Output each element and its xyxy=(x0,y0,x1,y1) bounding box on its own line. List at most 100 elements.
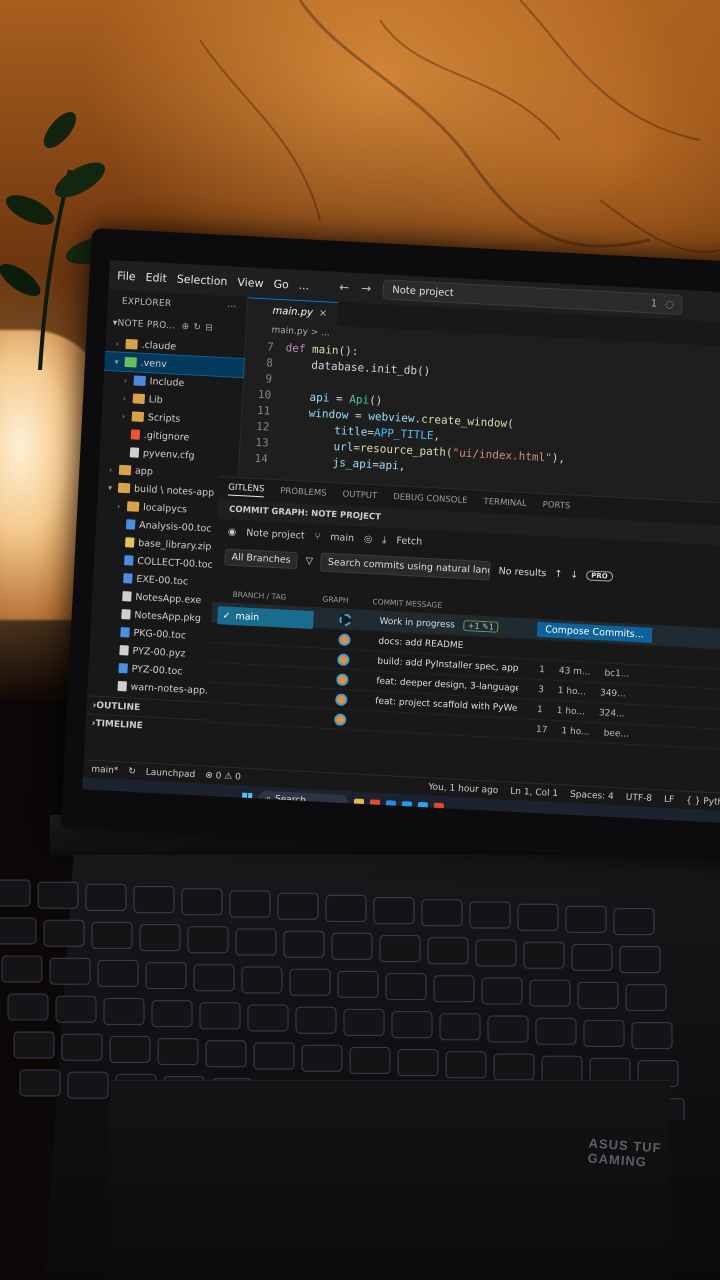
repo-name[interactable]: Note project xyxy=(246,527,305,541)
status-branch[interactable]: main* xyxy=(91,764,118,775)
keyboard-key xyxy=(247,1004,289,1032)
filter-icon[interactable]: ▽ xyxy=(305,555,313,566)
tree-item-label: Analysis-00.toc xyxy=(138,519,212,535)
new-file-icon[interactable]: ⊕ xyxy=(181,322,189,332)
branches-filter[interactable]: All Branches xyxy=(224,547,299,569)
forward-arrow-icon[interactable]: → xyxy=(361,281,372,296)
check-icon: ✓ xyxy=(222,609,231,622)
panel-tab[interactable]: PORTS xyxy=(542,500,570,511)
menu-more[interactable]: ... xyxy=(298,278,309,292)
menu-file[interactable]: File xyxy=(117,269,136,283)
status-eol[interactable]: LF xyxy=(664,794,675,805)
keyboard-key xyxy=(349,1046,391,1074)
tree-item-label: pyvenv.cfg xyxy=(142,447,195,462)
keyboard-key xyxy=(43,919,85,947)
status-encoding[interactable]: UTF-8 xyxy=(626,792,653,803)
tree-item-label: PKG-00.toc xyxy=(133,627,187,641)
menu-view[interactable]: View xyxy=(237,275,264,289)
breadcrumb-text: main.py > ... xyxy=(271,325,330,339)
status-spaces[interactable]: Spaces: 4 xyxy=(570,789,614,801)
toc-icon xyxy=(124,555,134,566)
target-icon[interactable]: ◎ xyxy=(364,533,373,544)
keyboard-key xyxy=(571,943,613,971)
sync-icon[interactable]: ↻ xyxy=(128,766,136,776)
keyboard-key xyxy=(91,921,133,949)
compose-commits-button[interactable]: Compose Commits... xyxy=(536,621,653,643)
keyboard-key xyxy=(139,924,181,952)
keyboard-key xyxy=(613,908,655,936)
keyboard-key xyxy=(469,901,511,929)
fetch-button[interactable]: Fetch xyxy=(396,535,422,547)
folder-green-icon xyxy=(124,356,137,368)
folder-blue-icon xyxy=(133,375,146,387)
keyboard-key xyxy=(277,892,319,920)
outline-label: OUTLINE xyxy=(96,700,141,713)
status-launchpad[interactable]: Launchpad xyxy=(146,767,196,780)
status-blame[interactable]: You, 1 hour ago xyxy=(428,782,498,796)
tree-item-label: EXE-00.toc xyxy=(136,573,189,588)
keyboard-key xyxy=(133,886,175,914)
chat-icon[interactable]: ◌ xyxy=(665,299,674,310)
more-actions-icon[interactable]: ··· xyxy=(227,302,237,312)
commit-message: feat: project scaffold with PyWebVi... xyxy=(375,695,518,714)
close-icon[interactable]: × xyxy=(319,308,328,319)
menu-go[interactable]: Go xyxy=(273,277,289,291)
arrow-up-icon[interactable]: ↑ xyxy=(554,568,563,579)
keyboard-key xyxy=(55,995,97,1023)
panel-tab[interactable]: TERMINAL xyxy=(483,497,527,509)
code-area[interactable]: 7 def main(): 8 database.init_db() 9 10 api … xyxy=(239,337,720,492)
graph-cell xyxy=(320,629,371,651)
commit-files: 1 xyxy=(536,704,544,715)
bottom-panel: GITLENS PROBLEMS OUTPUT DEBUG CONSOLE TERMIN… xyxy=(203,475,720,794)
tree-item-label: Lib xyxy=(148,393,164,406)
line-number: 13 xyxy=(255,435,270,450)
menu-edit[interactable]: Edit xyxy=(145,270,167,284)
palm-rest xyxy=(110,1080,670,1280)
keyboard-key xyxy=(517,903,559,931)
commit-node xyxy=(337,653,350,667)
arrow-down-icon[interactable]: ↓ xyxy=(570,569,579,580)
toc-icon xyxy=(123,573,133,584)
chevron-right-icon: › xyxy=(122,393,127,403)
menu-selection[interactable]: Selection xyxy=(177,272,228,288)
collapse-icon[interactable]: ⊟ xyxy=(205,323,213,333)
project-name: NOTE PRO... xyxy=(117,318,176,332)
status-problems[interactable]: ⊗ 0 ⚠ 0 xyxy=(205,770,241,782)
back-arrow-icon[interactable]: ← xyxy=(339,280,350,295)
panel-tab[interactable]: DEBUG CONSOLE xyxy=(393,492,468,506)
keyboard-key xyxy=(343,1008,385,1036)
keyboard-key xyxy=(151,1000,193,1028)
keyboard-key xyxy=(391,1011,433,1039)
keyboard-key xyxy=(397,1049,439,1077)
panel-tab[interactable]: PROBLEMS xyxy=(280,486,327,498)
pro-badge[interactable]: PRO xyxy=(586,570,613,582)
panel-tab[interactable]: GITLENS xyxy=(227,482,265,497)
commit-meta: 1 43 m... bc1... xyxy=(539,665,630,680)
status-position[interactable]: Ln 1, Col 1 xyxy=(510,786,558,798)
commit-time: 1 ho... xyxy=(556,705,586,717)
natural-language-search[interactable]: Search commits using natural lang xyxy=(320,551,492,580)
tree-item-label: PYZ-00.pyz xyxy=(132,645,186,659)
keyboard-key xyxy=(187,926,229,954)
refresh-icon[interactable]: ↻ xyxy=(193,322,201,332)
copilot-badge[interactable]: 1 xyxy=(651,298,658,309)
chevron-right-icon: › xyxy=(116,501,121,511)
panel-tab[interactable]: OUTPUT xyxy=(342,490,377,502)
command-center-right: 1 ◌ xyxy=(651,298,675,310)
branch-selector[interactable]: main xyxy=(330,531,354,543)
keyboard-key xyxy=(7,993,49,1021)
folder-icon xyxy=(126,501,140,512)
tab-main-py[interactable]: main.py × xyxy=(246,297,338,326)
file-icon xyxy=(122,591,132,602)
status-language[interactable]: { } Python xyxy=(686,795,720,808)
tree-item-label: .venv xyxy=(140,357,168,370)
